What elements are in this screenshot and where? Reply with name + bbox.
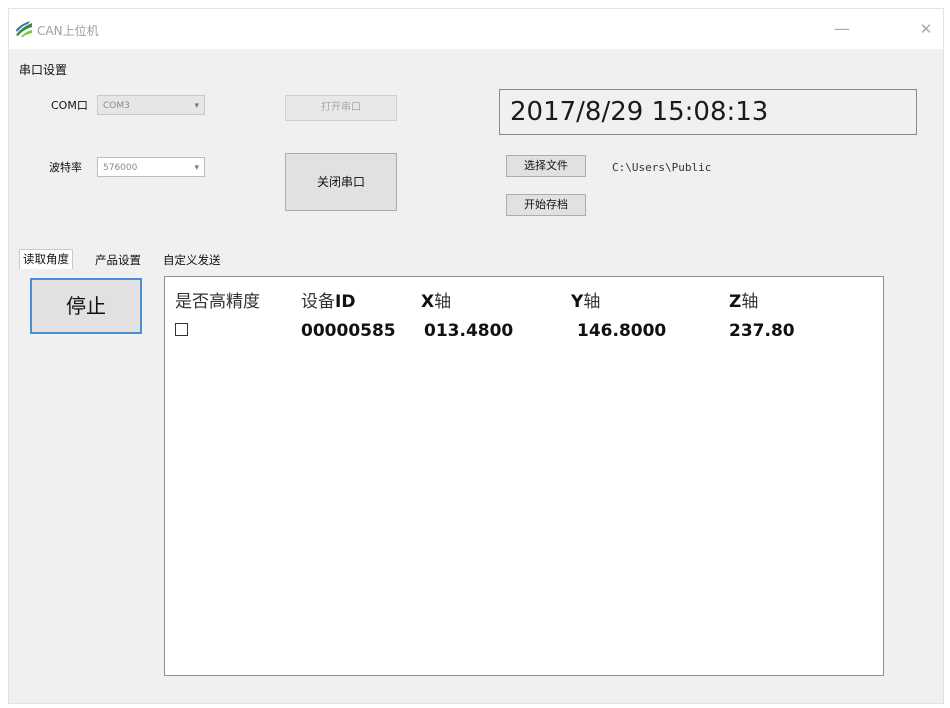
header-x-axis: X轴 <box>421 287 451 312</box>
open-port-label: 打开串口 <box>321 102 361 113</box>
close-window-button[interactable]: ✕ <box>911 18 941 40</box>
cell-x-value: 013.4800 <box>424 321 514 341</box>
header-high-precision: 是否高精度 <box>175 292 260 312</box>
baud-rate-select[interactable]: 576000 ▾ <box>97 157 205 177</box>
minimize-button[interactable]: — <box>827 18 857 40</box>
app-window: CAN上位机 — ✕ 串口设置 COM口 COM3 ▾ 打开串口 波特率 576… <box>8 8 944 704</box>
cell-z-value: 237.80 <box>729 321 795 341</box>
start-save-button[interactable]: 开始存档 <box>506 194 586 216</box>
close-port-label: 关闭串口 <box>316 175 365 189</box>
cell-device-id: 00000585 <box>301 321 396 341</box>
serial-settings-label: 串口设置 <box>19 63 68 77</box>
baud-rate-label: 波特率 <box>49 161 82 174</box>
header-x-prefix: X <box>421 292 435 312</box>
stop-label: 停止 <box>66 294 106 318</box>
header-z-suffix: 轴 <box>741 292 759 312</box>
tab-custom-send[interactable]: 自定义发送 <box>163 251 221 269</box>
header-x-suffix: 轴 <box>434 292 452 312</box>
clock-display: 2017/8/29 15:08:13 <box>499 89 917 135</box>
baud-rate-value: 576000 <box>103 163 138 173</box>
header-y-suffix: 轴 <box>583 292 601 312</box>
com-port-select[interactable]: COM3 ▾ <box>97 95 205 115</box>
tab-read-angle[interactable]: 读取角度 <box>19 249 73 270</box>
title-bar: CAN上位机 — ✕ <box>9 9 943 49</box>
choose-file-label: 选择文件 <box>524 159 568 172</box>
choose-file-button[interactable]: 选择文件 <box>506 155 586 177</box>
chevron-down-icon: ▾ <box>194 163 199 173</box>
com-port-value: COM3 <box>103 101 130 111</box>
header-y-prefix: Y <box>571 292 584 312</box>
header-z-axis: Z轴 <box>729 287 758 312</box>
close-port-button[interactable]: 关闭串口 <box>285 153 397 211</box>
open-port-button[interactable]: 打开串口 <box>285 95 397 121</box>
stop-button[interactable]: 停止 <box>30 278 142 334</box>
window-title: CAN上位机 <box>37 24 99 38</box>
client-area: 串口设置 COM口 COM3 ▾ 打开串口 波特率 576000 ▾ 关闭串口 … <box>9 49 943 703</box>
header-z-prefix: Z <box>729 292 742 312</box>
tab-product-settings[interactable]: 产品设置 <box>95 251 141 269</box>
file-path-text: C:\Users\Public <box>612 161 712 174</box>
high-precision-checkbox[interactable] <box>175 323 188 336</box>
chevron-down-icon: ▾ <box>194 101 199 111</box>
header-device-id-prefix: 设备 <box>301 292 335 312</box>
start-save-label: 开始存档 <box>524 198 568 211</box>
com-port-label: COM口 <box>51 99 88 112</box>
data-listbox[interactable]: 是否高精度 设备ID X轴 Y轴 Z轴 00000585 013.4800 14… <box>164 276 884 676</box>
cell-y-value: 146.8000 <box>577 321 667 341</box>
header-y-axis: Y轴 <box>571 287 600 312</box>
app-logo-icon <box>15 20 33 38</box>
header-device-id: 设备ID <box>301 287 355 312</box>
header-device-id-suffix: ID <box>335 292 356 312</box>
